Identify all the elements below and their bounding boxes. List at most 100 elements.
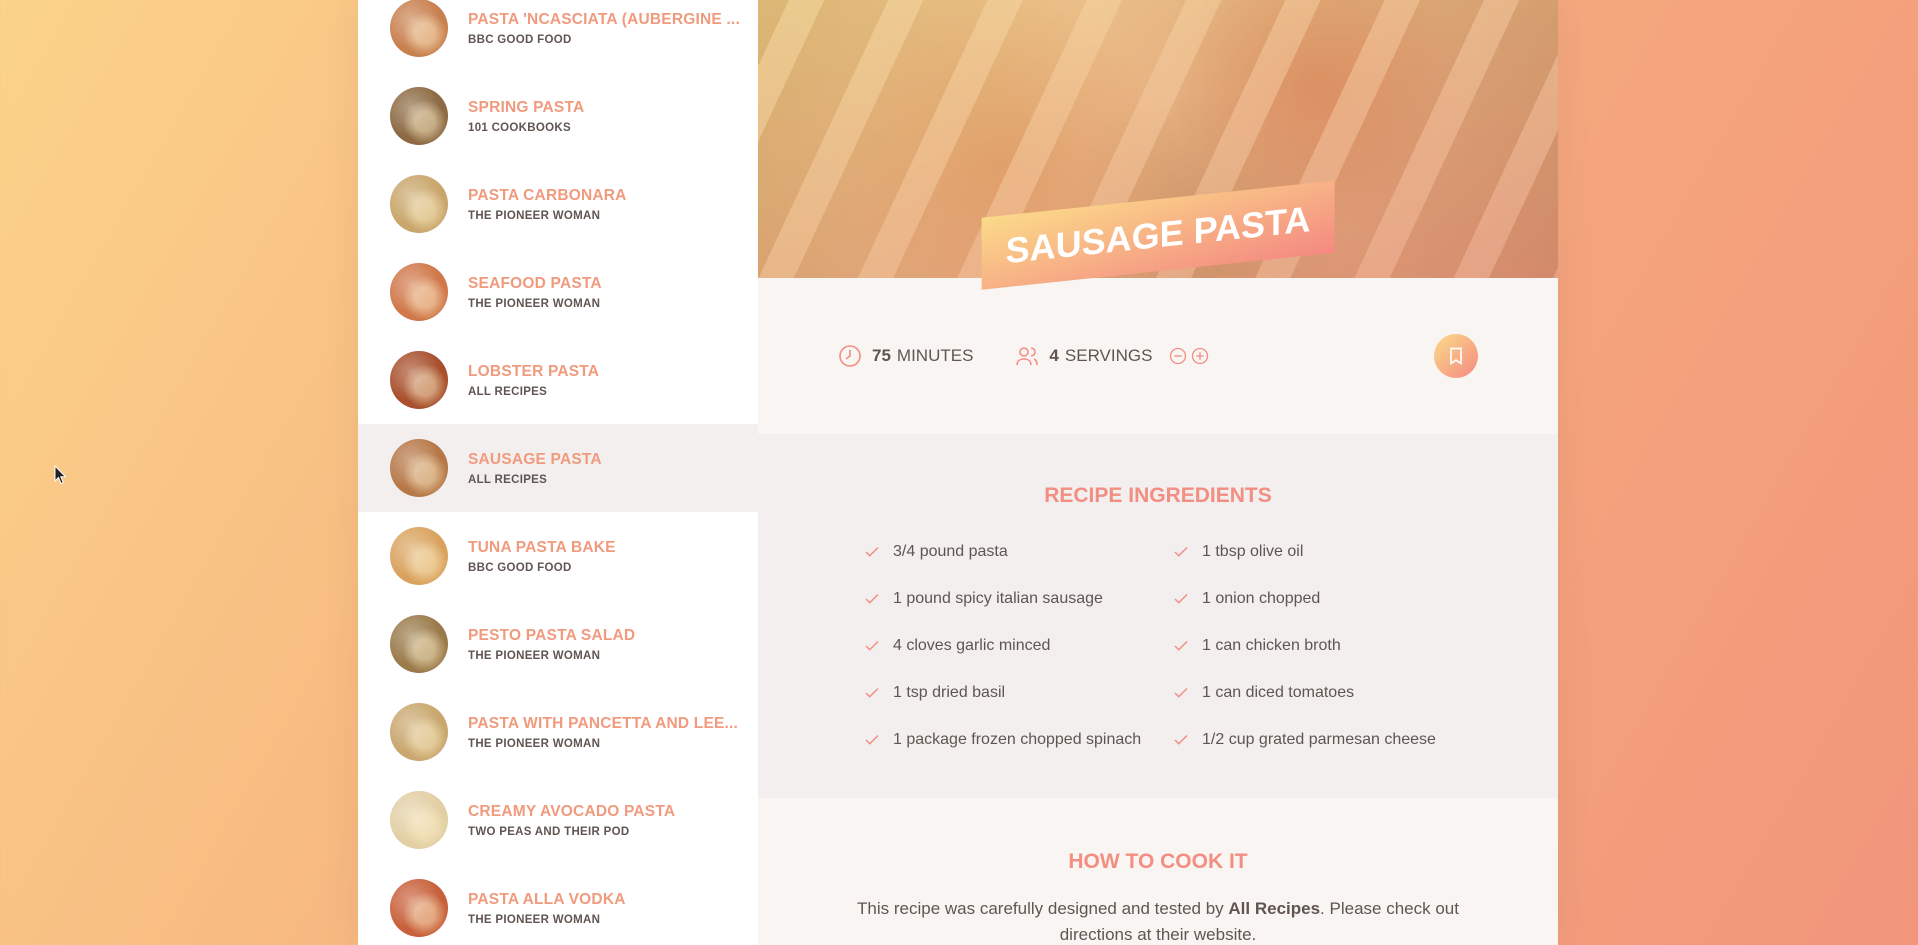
result-text: PASTA ALLA VODKA THE PIONEER WOMAN	[468, 891, 626, 926]
search-results-sidebar: PASTA 'NCASCIATA (AUBERGINE ... BBC GOOD …	[358, 0, 758, 945]
cooking-time-value: 75	[872, 346, 891, 365]
plus-circle-icon[interactable]	[1190, 346, 1210, 366]
recipe-directions: HOW TO COOK IT This recipe was carefully…	[758, 798, 1558, 945]
result-thumbnail	[390, 175, 448, 233]
result-title: SPRING PASTA	[468, 98, 585, 116]
ingredient-text: 1 onion chopped	[1202, 589, 1321, 607]
recipe-details: 75 MINUTES 4 SERVINGS	[758, 278, 1558, 434]
result-text: TUNA PASTA BAKE BBC GOOD FOOD	[468, 539, 616, 574]
check-icon	[865, 687, 879, 698]
result-thumbnail	[390, 879, 448, 937]
result-publisher: ALL RECIPES	[468, 385, 548, 398]
result-thumbnail	[390, 527, 448, 585]
recipe-ingredients: RECIPE INGREDIENTS 3/4 pound pasta 1 tbsp…	[758, 434, 1558, 798]
servings-unit: SERVINGS	[1064, 346, 1153, 365]
clock-icon	[839, 345, 861, 367]
search-result-item[interactable]: PASTA WITH PANCETTA AND LEE... THE PIONEE…	[358, 688, 758, 776]
servings: 4 SERVINGS	[1015, 344, 1152, 368]
check-icon	[865, 546, 879, 557]
ingredient-text: 1 tsp dried basil	[893, 683, 1006, 701]
result-publisher: TWO PEAS AND THEIR POD	[468, 825, 630, 838]
result-thumbnail	[390, 87, 448, 145]
result-publisher: BBC GOOD FOOD	[468, 33, 572, 46]
result-text: PESTO PASTA SALAD THE PIONEER WOMAN	[468, 627, 635, 662]
ingredient-item: 1 can diced tomatoes	[1172, 669, 1472, 716]
search-result-item[interactable]: CREAMY AVOCADO PASTA TWO PEAS AND THEIR P…	[358, 776, 758, 864]
ingredient-item: 4 cloves garlic minced	[863, 622, 1172, 669]
check-icon	[1174, 640, 1188, 651]
directions-publisher: All Recipes	[1228, 899, 1321, 918]
servings-buttons	[1168, 346, 1212, 366]
result-text: PASTA 'NCASCIATA (AUBERGINE ... BBC GOOD …	[468, 11, 740, 46]
minus-circle-icon[interactable]	[1168, 346, 1188, 366]
search-result-item[interactable]: PASTA ALLA VODKA THE PIONEER WOMAN	[358, 864, 758, 945]
check-icon	[1174, 593, 1188, 604]
ingredient-text: 1 can diced tomatoes	[1202, 683, 1355, 701]
ingredient-text: 1/2 cup grated parmesan cheese	[1202, 730, 1436, 748]
check-icon	[865, 640, 879, 651]
ingredient-item: 1 tbsp olive oil	[1172, 528, 1472, 575]
result-text: SPRING PASTA 101 COOKBOOKS	[468, 99, 584, 134]
result-title: LOBSTER PASTA	[468, 362, 600, 380]
search-result-item[interactable]: SAUSAGE PASTA ALL RECIPES	[358, 424, 758, 512]
check-icon	[1174, 687, 1188, 698]
result-text: LOBSTER PASTA ALL RECIPES	[468, 363, 599, 398]
result-text: PASTA CARBONARA THE PIONEER WOMAN	[468, 187, 627, 222]
result-text: PASTA WITH PANCETTA AND LEE... THE PIONEE…	[468, 715, 738, 750]
result-thumbnail	[390, 351, 448, 409]
cooking-time-unit: MINUTES	[896, 346, 974, 365]
result-publisher: THE PIONEER WOMAN	[468, 913, 601, 926]
result-title: PESTO PASTA SALAD	[468, 626, 636, 644]
search-result-item[interactable]: SPRING PASTA 101 COOKBOOKS	[358, 72, 758, 160]
app-container: PASTA 'NCASCIATA (AUBERGINE ... BBC GOOD …	[358, 0, 1558, 945]
ingredient-text: 1 can chicken broth	[1202, 636, 1341, 654]
search-result-item[interactable]: PESTO PASTA SALAD THE PIONEER WOMAN	[358, 600, 758, 688]
directions-text: This recipe was carefully designed and t…	[838, 896, 1478, 945]
bookmark-button[interactable]	[1434, 334, 1478, 378]
result-thumbnail	[390, 263, 448, 321]
result-publisher: THE PIONEER WOMAN	[468, 737, 601, 750]
result-title: SAUSAGE PASTA	[468, 450, 602, 468]
check-icon	[1174, 734, 1188, 745]
search-result-item[interactable]: TUNA PASTA BAKE BBC GOOD FOOD	[358, 512, 758, 600]
ingredient-item: 1 can chicken broth	[1172, 622, 1472, 669]
users-icon	[1016, 347, 1039, 366]
result-title: PASTA ALLA VODKA	[468, 890, 626, 908]
result-publisher: BBC GOOD FOOD	[468, 561, 572, 574]
result-text: SEAFOOD PASTA THE PIONEER WOMAN	[468, 275, 602, 310]
ingredient-item: 1 pound spicy italian sausage	[863, 575, 1172, 622]
search-result-item[interactable]: PASTA 'NCASCIATA (AUBERGINE ... BBC GOOD …	[358, 0, 758, 72]
ingredient-text: 4 cloves garlic minced	[893, 636, 1051, 654]
ingredient-text: 1 package frozen chopped spinach	[893, 730, 1142, 748]
ingredient-item: 1 package frozen chopped spinach	[863, 716, 1172, 763]
result-title: CREAMY AVOCADO PASTA	[468, 802, 676, 820]
result-title: PASTA CARBONARA	[468, 186, 627, 204]
search-result-item[interactable]: PASTA CARBONARA THE PIONEER WOMAN	[358, 160, 758, 248]
mouse-cursor-icon	[54, 465, 67, 485]
result-publisher: THE PIONEER WOMAN	[468, 209, 601, 222]
result-thumbnail	[390, 0, 448, 57]
result-title: PASTA 'NCASCIATA (AUBERGINE ...	[468, 10, 740, 28]
search-result-item[interactable]: SEAFOOD PASTA THE PIONEER WOMAN	[358, 248, 758, 336]
result-title: SEAFOOD PASTA	[468, 274, 602, 292]
directions-heading: HOW TO COOK IT	[1068, 850, 1248, 873]
ingredient-item: 1/2 cup grated parmesan cheese	[1172, 716, 1472, 763]
ingredient-list: 3/4 pound pasta 1 tbsp olive oil 1 pound s…	[863, 528, 1558, 763]
check-icon	[1174, 546, 1188, 557]
ingredient-item: 3/4 pound pasta	[863, 528, 1172, 575]
search-result-item[interactable]: LOBSTER PASTA ALL RECIPES	[358, 336, 758, 424]
result-publisher: THE PIONEER WOMAN	[468, 297, 601, 310]
result-thumbnail	[390, 615, 448, 673]
result-text: SAUSAGE PASTA ALL RECIPES	[468, 451, 602, 486]
result-thumbnail	[390, 703, 448, 761]
servings-value: 4	[1049, 346, 1059, 365]
result-publisher: 101 COOKBOOKS	[468, 121, 571, 134]
result-publisher: ALL RECIPES	[468, 473, 548, 486]
result-thumbnail	[390, 439, 448, 497]
ingredient-text: 1 pound spicy italian sausage	[893, 589, 1103, 607]
ingredients-heading: RECIPE INGREDIENTS	[1044, 484, 1272, 507]
check-icon	[865, 593, 879, 604]
ingredient-item: 1 onion chopped	[1172, 575, 1472, 622]
result-title: PASTA WITH PANCETTA AND LEE...	[468, 714, 739, 732]
directions-pre: This recipe was carefully designed and t…	[857, 899, 1229, 918]
